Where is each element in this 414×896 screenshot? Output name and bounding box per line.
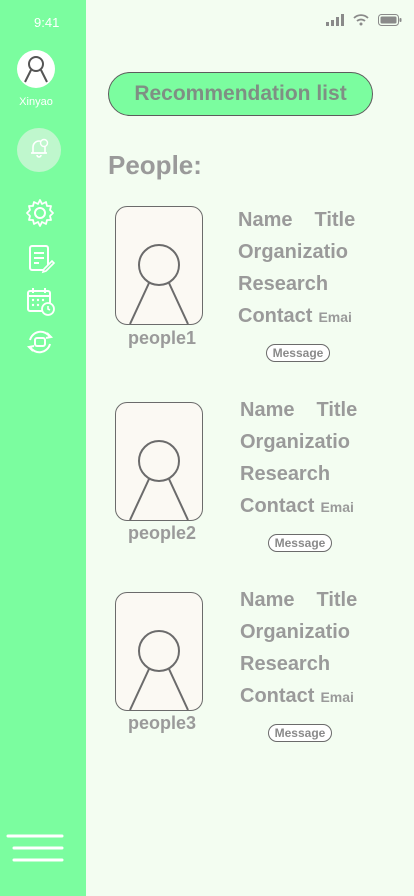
- avatar[interactable]: [17, 50, 55, 88]
- recommendation-list-button[interactable]: Recommendation list: [108, 72, 373, 116]
- person-name: people2: [127, 523, 197, 543]
- person-card: people2 Name Title Organizatio Research C…: [0, 396, 414, 566]
- person-card: people1 Name Title Organizatio Research C…: [0, 206, 414, 376]
- name-title-line: Name Title: [240, 399, 358, 421]
- person-photo[interactable]: [115, 206, 203, 325]
- message-button[interactable]: Message: [266, 344, 330, 362]
- message-button[interactable]: Message: [268, 534, 332, 552]
- status-indicators: [326, 14, 402, 30]
- research-label: Research: [240, 653, 331, 675]
- organization-label: Organizatio: [240, 621, 351, 643]
- person-photo[interactable]: [115, 592, 203, 711]
- status-time: 9:41: [34, 15, 60, 30]
- username: Xinyao: [19, 96, 53, 108]
- person-card: people3 Name Title Organizatio Research C…: [0, 586, 414, 756]
- contact-line: Contact Emai: [238, 305, 352, 327]
- person-photo[interactable]: [115, 402, 203, 521]
- section-title: People:: [108, 150, 202, 180]
- organization-label: Organizatio: [238, 241, 349, 263]
- menu-icon[interactable]: [6, 832, 64, 866]
- name-title-line: Name Title: [240, 589, 358, 611]
- wifi-icon: [353, 13, 369, 31]
- bell-icon: [27, 136, 51, 165]
- name-title-line: Name Title: [238, 209, 356, 231]
- message-button[interactable]: Message: [268, 724, 332, 742]
- contact-line: Contact Emai: [240, 685, 354, 707]
- person-name: people3: [127, 713, 197, 733]
- signal-icon: [326, 13, 344, 31]
- organization-label: Organizatio: [240, 431, 351, 453]
- notification-button[interactable]: [17, 128, 61, 172]
- contact-line: Contact Emai: [240, 495, 354, 517]
- research-label: Research: [240, 463, 331, 485]
- person-name: people1: [127, 328, 197, 348]
- research-label: Research: [238, 273, 329, 295]
- battery-icon: [378, 13, 402, 31]
